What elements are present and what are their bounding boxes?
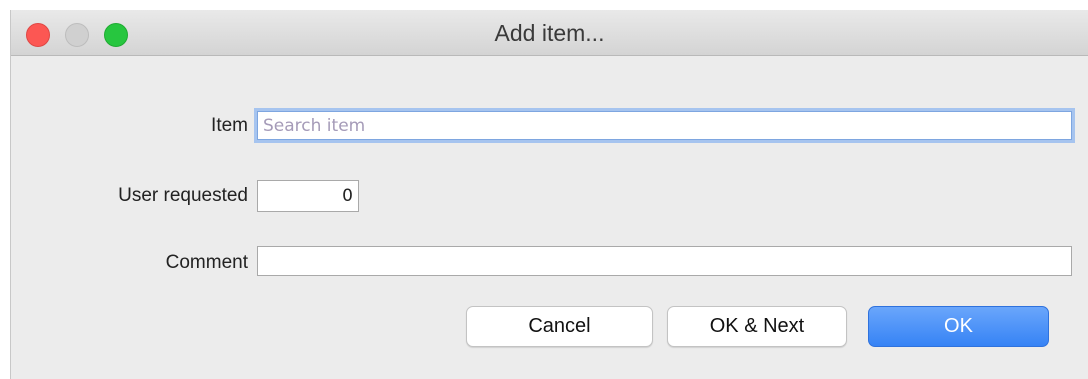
window-title: Add item... — [494, 20, 605, 46]
ok-next-button[interactable]: OK & Next — [667, 306, 847, 347]
cancel-button[interactable]: Cancel — [466, 306, 653, 347]
title-bar[interactable]: Add item... — [11, 10, 1088, 56]
comment-label: Comment — [165, 252, 248, 273]
item-label: Item — [211, 115, 248, 136]
user-requested-label: User requested — [118, 185, 248, 206]
item-search-input[interactable] — [257, 111, 1072, 140]
user-requested-input[interactable] — [257, 180, 359, 212]
ok-button[interactable]: OK — [868, 306, 1049, 347]
comment-input[interactable] — [257, 246, 1072, 276]
